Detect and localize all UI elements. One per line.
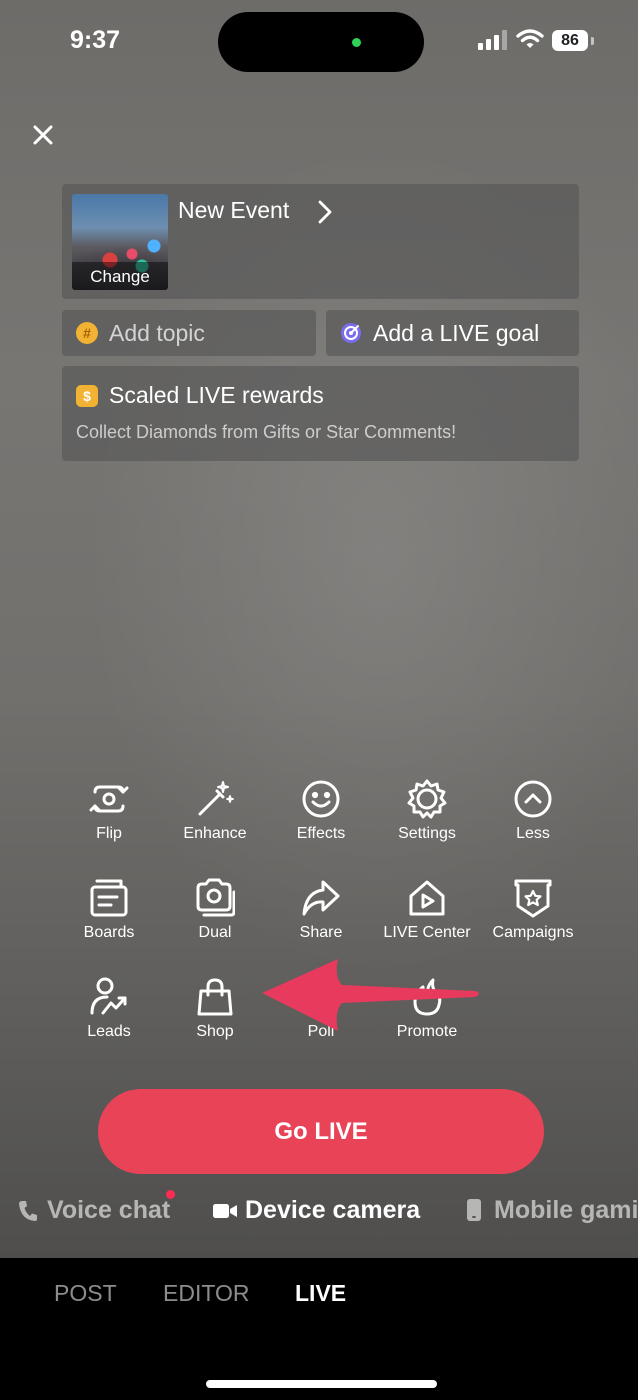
camera-indicator-dot — [352, 38, 361, 47]
less-button[interactable]: Less — [480, 779, 586, 859]
rewards-subtitle: Collect Diamonds from Gifts or Star Comm… — [76, 422, 457, 442]
dual-camera-icon — [196, 878, 235, 917]
settings-button[interactable]: Settings — [374, 779, 480, 859]
add-topic-label: Add topic — [109, 320, 205, 346]
campaigns-button[interactable]: Campaigns — [480, 878, 586, 958]
event-card[interactable]: Change New Event — [62, 184, 579, 299]
hashtag-icon: # — [76, 322, 98, 344]
voice-chat-label: Voice chat — [47, 1196, 171, 1224]
coin-icon: $ — [76, 385, 98, 407]
chevron-right-icon — [318, 200, 332, 224]
boards-button[interactable]: Boards — [56, 878, 162, 958]
shop-button[interactable]: Shop — [162, 977, 268, 1057]
tab-editor[interactable]: EDITOR — [163, 1280, 249, 1307]
battery-cap — [591, 37, 594, 45]
mode-mobile-gaming[interactable]: Mobile gami — [466, 1196, 638, 1226]
mode-device-camera[interactable]: Device camera — [213, 1196, 423, 1226]
live-center-button[interactable]: LIVE Center — [374, 878, 480, 958]
chevron-up-circle-icon — [514, 780, 552, 818]
mobile-gaming-label: Mobile gami — [494, 1196, 638, 1224]
poll-icon — [305, 983, 337, 1011]
mobile-phone-icon — [467, 1199, 481, 1221]
campaigns-label: Campaigns — [492, 924, 574, 941]
notification-dot — [166, 1190, 175, 1199]
dual-button[interactable]: Dual — [162, 878, 268, 958]
status-bar: 9:37 86 — [0, 0, 638, 84]
mode-voice-chat[interactable]: Voice chat — [18, 1196, 178, 1226]
home-play-icon — [409, 880, 445, 916]
promote-label: Promote — [396, 1023, 458, 1040]
event-title: New Event — [178, 197, 290, 223]
change-cover-label: Change — [90, 267, 150, 286]
smiley-face-icon — [302, 780, 340, 818]
magic-wand-icon — [198, 781, 234, 816]
battery-level: 86 — [552, 30, 588, 51]
promote-button[interactable]: Promote — [374, 977, 480, 1057]
enhance-button[interactable]: Enhance — [162, 779, 268, 859]
scaled-live-rewards-card[interactable]: $ Scaled LIVE rewards Collect Diamonds f… — [62, 366, 579, 461]
gear-icon — [407, 779, 447, 819]
target-icon — [341, 323, 361, 343]
effects-button[interactable]: Effects — [268, 779, 374, 859]
share-button[interactable]: Share — [268, 878, 374, 958]
poll-button[interactable]: Poll — [268, 977, 374, 1057]
flip-button[interactable]: Flip — [56, 779, 162, 859]
video-camera-icon — [213, 1204, 237, 1218]
share-arrow-icon — [302, 880, 340, 916]
badge-star-icon — [514, 879, 552, 918]
add-live-goal-label: Add a LIVE goal — [373, 320, 540, 346]
go-live-button[interactable]: Go LIVE — [98, 1089, 544, 1174]
less-label: Less — [516, 825, 550, 842]
person-trend-icon — [90, 977, 127, 1015]
tab-post[interactable]: POST — [54, 1280, 117, 1307]
dynamic-island — [218, 12, 424, 72]
wifi-icon — [516, 29, 544, 48]
close-icon[interactable] — [28, 120, 58, 150]
rewards-title: Scaled LIVE rewards — [109, 382, 324, 408]
tab-live[interactable]: LIVE — [295, 1280, 346, 1307]
cellular-signal-icon — [478, 30, 508, 50]
board-icon — [90, 879, 128, 917]
event-cover-image[interactable]: Change — [72, 194, 168, 290]
flame-icon — [413, 978, 442, 1016]
add-live-goal-button[interactable]: Add a LIVE goal — [326, 310, 579, 356]
shopping-bag-icon — [197, 978, 233, 1016]
status-time: 9:37 — [70, 26, 121, 54]
leads-button[interactable]: Leads — [56, 977, 162, 1057]
device-camera-label: Device camera — [245, 1196, 421, 1224]
add-topic-button[interactable]: # Add topic — [62, 310, 316, 356]
phone-icon — [19, 1201, 37, 1221]
home-indicator — [206, 1380, 437, 1388]
flip-camera-icon — [89, 785, 129, 813]
